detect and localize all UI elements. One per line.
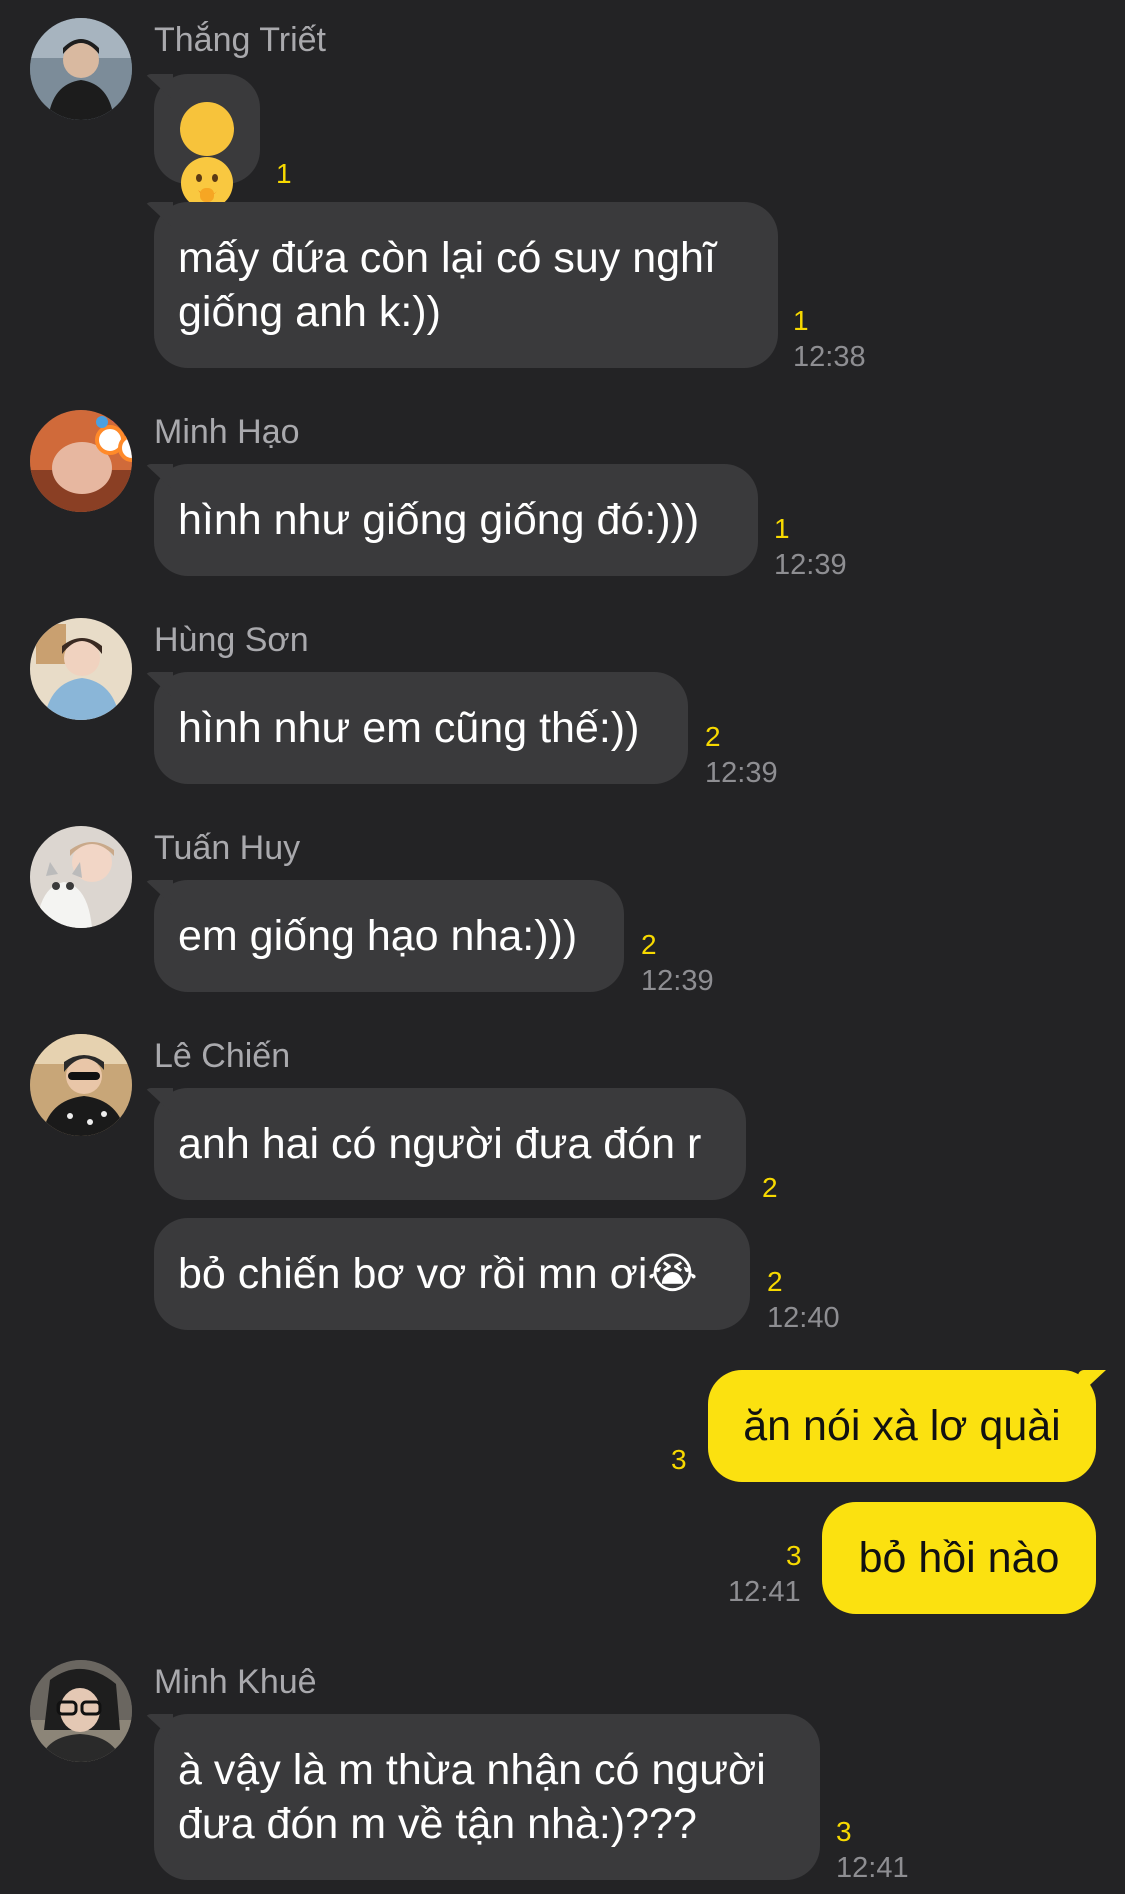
unread-count: 2 bbox=[641, 929, 657, 960]
message-timestamp: 12:39 bbox=[774, 549, 847, 581]
avatar-minh-hao[interactable] bbox=[30, 410, 132, 512]
message-timestamp: 12:41 bbox=[728, 1576, 801, 1608]
message-bubble[interactable]: hình như em cũng thế:)) bbox=[154, 672, 688, 784]
unread-count: 3 bbox=[671, 1444, 687, 1475]
message-bubble[interactable] bbox=[154, 74, 260, 209]
unread-count: 1 bbox=[276, 158, 292, 189]
sender-name: Lê Chiến bbox=[154, 1037, 291, 1075]
message-bubble[interactable]: em giống hạo nha:))) bbox=[154, 880, 624, 992]
avatar-minh-khue[interactable] bbox=[30, 1660, 132, 1762]
unread-count: 3 bbox=[786, 1540, 802, 1571]
sender-name: Thắng Triết bbox=[154, 21, 326, 59]
message-timestamp: 12:38 bbox=[793, 341, 866, 373]
message-bubble[interactable]: mấy đứa còn lại có suy nghĩ giống anh k:… bbox=[154, 202, 778, 368]
sender-name: Minh Hạo bbox=[154, 413, 300, 451]
message-bubble[interactable]: à vậy là m thừa nhận có người đưa đón m … bbox=[154, 1714, 820, 1880]
unread-count: 2 bbox=[767, 1266, 783, 1297]
sender-name: Tuấn Huy bbox=[154, 829, 301, 867]
unread-count: 2 bbox=[762, 1172, 778, 1203]
unread-count: 1 bbox=[774, 513, 790, 544]
unread-count: 3 bbox=[836, 1816, 852, 1847]
message-bubble[interactable]: anh hai có người đưa đón r bbox=[154, 1088, 746, 1200]
sender-name: Minh Khuê bbox=[154, 1663, 317, 1701]
avatar-thang-triet[interactable] bbox=[30, 18, 132, 120]
my-message-bubble[interactable]: ăn nói xà lơ quài bbox=[708, 1370, 1096, 1482]
message-timestamp: 12:39 bbox=[705, 757, 778, 789]
shushing-face-emoji-icon bbox=[180, 102, 234, 209]
message-timestamp: 12:40 bbox=[767, 1302, 840, 1334]
avatar-le-chien[interactable] bbox=[30, 1034, 132, 1136]
avatar-tuan-huy[interactable] bbox=[30, 826, 132, 928]
message-timestamp: 12:41 bbox=[836, 1852, 909, 1884]
message-bubble[interactable]: hình như giống giống đó:))) bbox=[154, 464, 758, 576]
unread-count: 2 bbox=[705, 721, 721, 752]
message-timestamp: 12:39 bbox=[641, 965, 714, 997]
message-bubble[interactable]: bỏ chiến bơ vơ rồi mn ơi😭 bbox=[154, 1218, 750, 1330]
sender-name: Hùng Sơn bbox=[154, 621, 309, 659]
unread-count: 1 bbox=[793, 305, 809, 336]
avatar-hung-son[interactable] bbox=[30, 618, 132, 720]
my-message-bubble[interactable]: bỏ hồi nào bbox=[822, 1502, 1096, 1614]
